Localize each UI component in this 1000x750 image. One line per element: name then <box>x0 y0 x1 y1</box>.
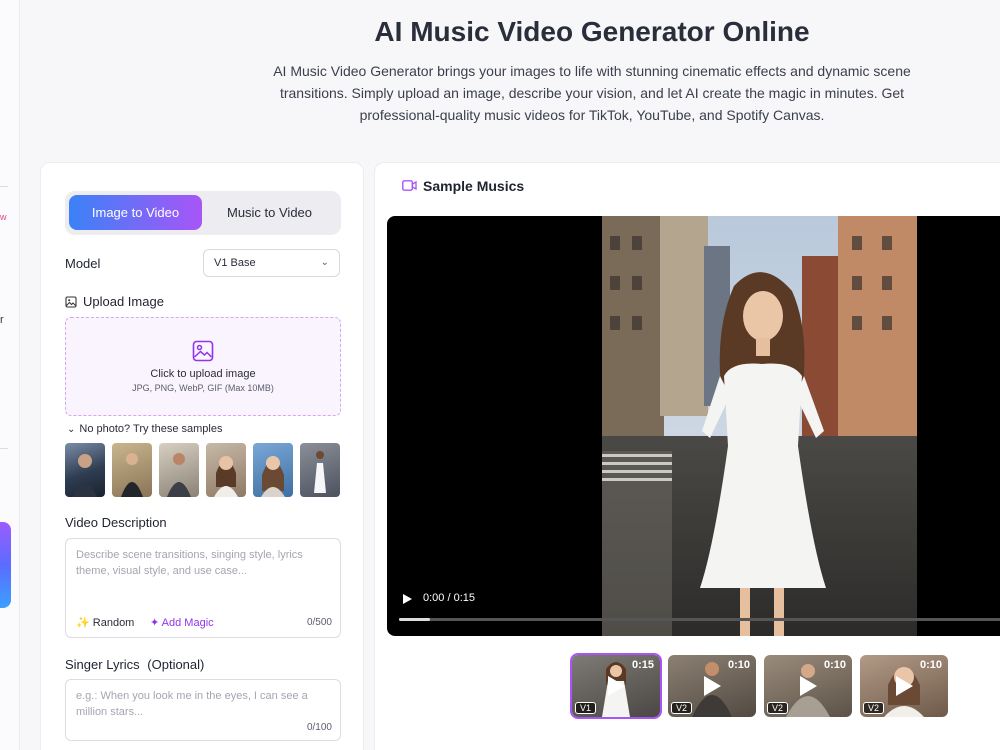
video-progress-bar[interactable] <box>399 618 1000 621</box>
add-magic-label: Add Magic <box>161 617 214 629</box>
thumb-version: V1 <box>575 702 597 714</box>
sidebar-edge: w r <box>0 0 20 750</box>
mode-tabs: Image to Video Music to Video <box>65 191 341 235</box>
sample-photo-6[interactable] <box>300 443 340 497</box>
sample-video-thumb-3[interactable]: 0:10 V2 <box>764 655 852 717</box>
sidebar-partial-label: r <box>0 314 4 326</box>
video-time: 0:00 / 0:15 <box>423 592 475 604</box>
upload-dropzone[interactable]: Click to upload image JPG, PNG, WebP, GI… <box>65 317 341 416</box>
sample-video-thumb-1[interactable]: 0:15 V1 <box>570 653 662 719</box>
image-icon <box>65 296 77 308</box>
upload-cta: Click to upload image <box>150 368 256 380</box>
divider <box>0 448 8 449</box>
video-player[interactable]: 0:00 / 0:15 <box>387 216 1000 636</box>
tab-music-to-video[interactable]: Music to Video <box>203 195 336 230</box>
sample-photo-5[interactable] <box>253 443 293 497</box>
model-selected-value: V1 Base <box>214 257 256 269</box>
thumb-duration: 0:10 <box>823 659 846 671</box>
lyrics-optional-text: (Optional) <box>147 657 205 672</box>
thumb-version: V2 <box>671 702 693 714</box>
singer-lyrics-input[interactable]: e.g.: When you look me in the eyes, I ca… <box>65 679 341 741</box>
sample-musics-panel: Sample Musics 0:00 / 0:15 0:15 V1 0:10 V… <box>374 162 1000 750</box>
sample-photo-2[interactable] <box>112 443 152 497</box>
sample-video-thumb-2[interactable]: 0:10 V2 <box>668 655 756 717</box>
image-upload-icon <box>192 340 214 362</box>
play-icon <box>800 676 817 696</box>
sidebar-gradient-button[interactable] <box>0 522 11 608</box>
singer-lyrics-label: Singer Lyrics (Optional) <box>65 657 204 672</box>
page-subtitle: AI Music Video Generator brings your ima… <box>273 63 911 123</box>
play-icon <box>608 676 625 696</box>
random-button[interactable]: ✨ Random <box>76 616 134 629</box>
video-frame <box>602 216 917 636</box>
sample-video-thumb-4[interactable]: 0:10 V2 <box>860 655 948 717</box>
thumb-duration: 0:10 <box>919 659 942 671</box>
add-magic-button[interactable]: ✦ Add Magic <box>150 616 214 629</box>
play-icon <box>704 676 721 696</box>
sample-musics-title: Sample Musics <box>423 178 525 194</box>
lyrics-label-text: Singer Lyrics <box>65 657 140 672</box>
video-progress-fill <box>399 618 430 621</box>
magic-wand-icon: ✦ <box>150 617 160 629</box>
video-camera-icon <box>402 180 417 191</box>
upload-image-label: Upload Image <box>83 294 164 309</box>
sample-photo-4[interactable] <box>206 443 246 497</box>
video-description-label: Video Description <box>65 515 167 530</box>
play-icon <box>896 676 913 696</box>
thumb-duration: 0:10 <box>727 659 750 671</box>
upload-formats: JPG, PNG, WebP, GIF (Max 10MB) <box>132 383 274 393</box>
description-counter: 0/500 <box>306 617 332 628</box>
thumb-duration: 0:15 <box>631 659 654 671</box>
chevron-down-icon: ⌄ <box>320 257 329 268</box>
lyrics-placeholder: e.g.: When you look me in the eyes, I ca… <box>76 690 308 718</box>
description-placeholder: Describe scene transitions, singing styl… <box>76 549 303 577</box>
thumb-version: V2 <box>767 702 789 714</box>
sample-photo-1[interactable] <box>65 443 105 497</box>
model-select[interactable]: V1 Base ⌄ <box>203 249 340 277</box>
tab-image-to-video[interactable]: Image to Video <box>69 195 202 230</box>
page-title: AI Music Video Generator Online <box>374 16 810 47</box>
lyrics-counter: 0/100 <box>306 722 332 733</box>
sidebar-partial-label: w <box>0 212 7 222</box>
model-label: Model <box>65 256 101 271</box>
sample-photo-3[interactable] <box>159 443 199 497</box>
chevron-down-icon: ⌄ <box>67 424 76 435</box>
samples-toggle[interactable]: ⌄ No photo? Try these samples <box>67 423 222 435</box>
play-icon[interactable] <box>401 593 413 605</box>
samples-toggle-label: No photo? Try these samples <box>79 423 223 435</box>
sparkle-icon: ✨ <box>76 617 90 629</box>
generator-panel: Image to Video Music to Video Model V1 B… <box>40 162 364 750</box>
divider <box>0 186 8 187</box>
thumb-version: V2 <box>863 702 885 714</box>
video-description-input[interactable]: Describe scene transitions, singing styl… <box>65 538 341 638</box>
random-label: Random <box>92 617 135 629</box>
